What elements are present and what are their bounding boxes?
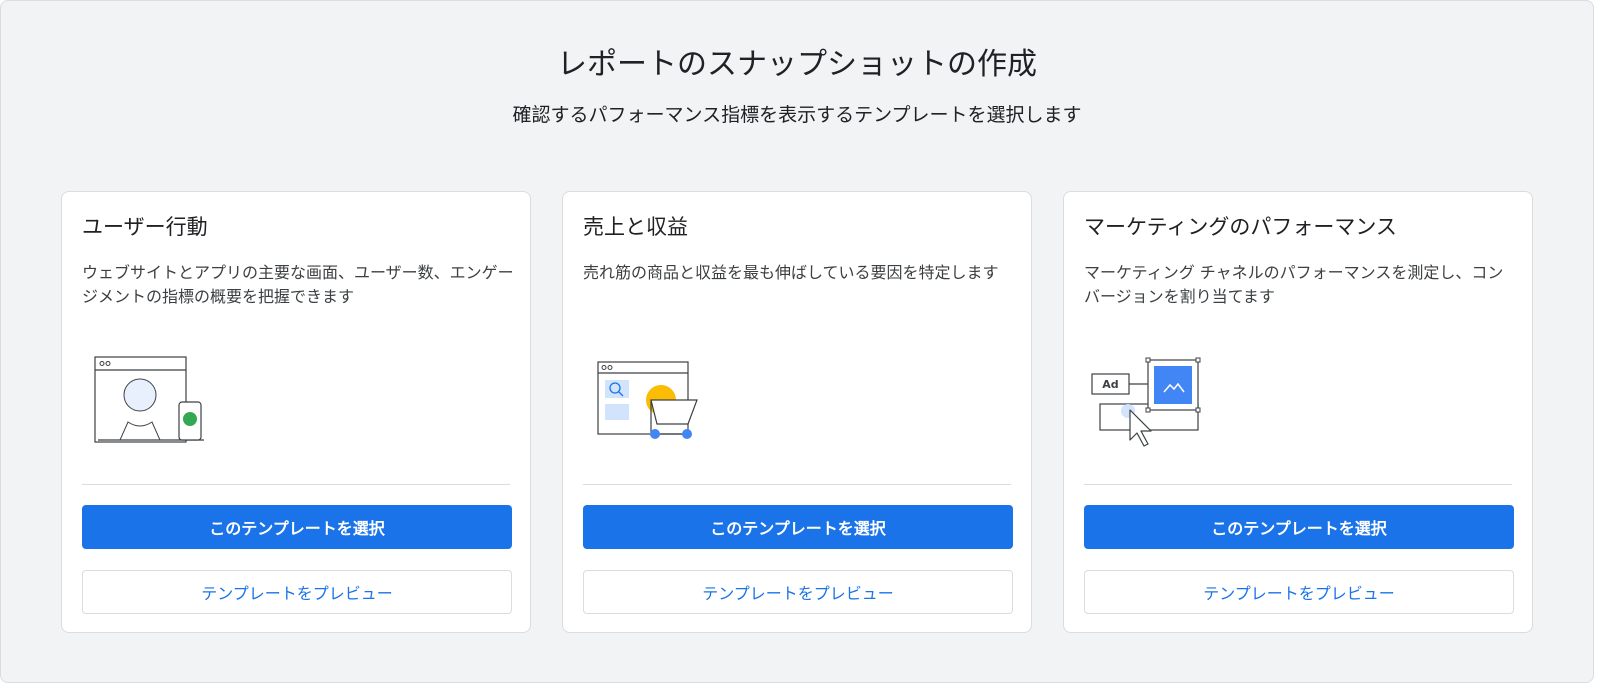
card-title: マーケティングのパフォーマンス bbox=[1084, 215, 1397, 239]
ad-label: Ad bbox=[1102, 378, 1118, 391]
card-title: ユーザー行動 bbox=[82, 215, 208, 239]
preview-template-button[interactable]: テンプレートをプレビュー bbox=[583, 570, 1013, 614]
preview-template-button[interactable]: テンプレートをプレビュー bbox=[82, 570, 512, 614]
preview-template-button[interactable]: テンプレートをプレビュー bbox=[1084, 570, 1514, 614]
card-divider bbox=[583, 484, 1011, 485]
template-card-user-behavior: ユーザー行動 ウェブサイトとアプリの主要な画面、ユーザー数、エンゲージメントの指… bbox=[61, 191, 531, 633]
select-template-button[interactable]: このテンプレートを選択 bbox=[82, 505, 512, 549]
marketing-performance-illustration: Ad bbox=[1091, 357, 1201, 447]
card-title: 売上と収益 bbox=[583, 215, 688, 239]
template-card-sales-revenue: 売上と収益 売れ筋の商品と収益を最も伸ばしている要因を特定します このテンプレー… bbox=[562, 191, 1032, 633]
select-template-button[interactable]: このテンプレートを選択 bbox=[1084, 505, 1514, 549]
card-description: 売れ筋の商品と収益を最も伸ばしている要因を特定します bbox=[583, 263, 999, 282]
template-chooser-panel: レポートのスナップショットの作成 確認するパフォーマンス指標を表示するテンプレー… bbox=[0, 0, 1594, 683]
page-subtitle: 確認するパフォーマンス指標を表示するテンプレートを選択します bbox=[512, 104, 1082, 126]
page-title: レポートのスナップショットの作成 bbox=[557, 47, 1037, 82]
sales-revenue-illustration bbox=[597, 361, 698, 439]
select-template-button[interactable]: このテンプレートを選択 bbox=[583, 505, 1013, 549]
template-card-marketing-performance: マーケティングのパフォーマンス マーケティング チャネルのパフォーマンスを測定し… bbox=[1063, 191, 1533, 633]
card-description: マーケティング チャネルのパフォーマンスを測定し、コンバージョンを割り当てます bbox=[1084, 263, 1504, 306]
user-behavior-illustration bbox=[94, 356, 204, 443]
card-description: ウェブサイトとアプリの主要な画面、ユーザー数、エンゲージメントの指標の概要を把握… bbox=[82, 263, 514, 306]
card-divider bbox=[1084, 484, 1512, 485]
card-divider bbox=[82, 484, 510, 485]
